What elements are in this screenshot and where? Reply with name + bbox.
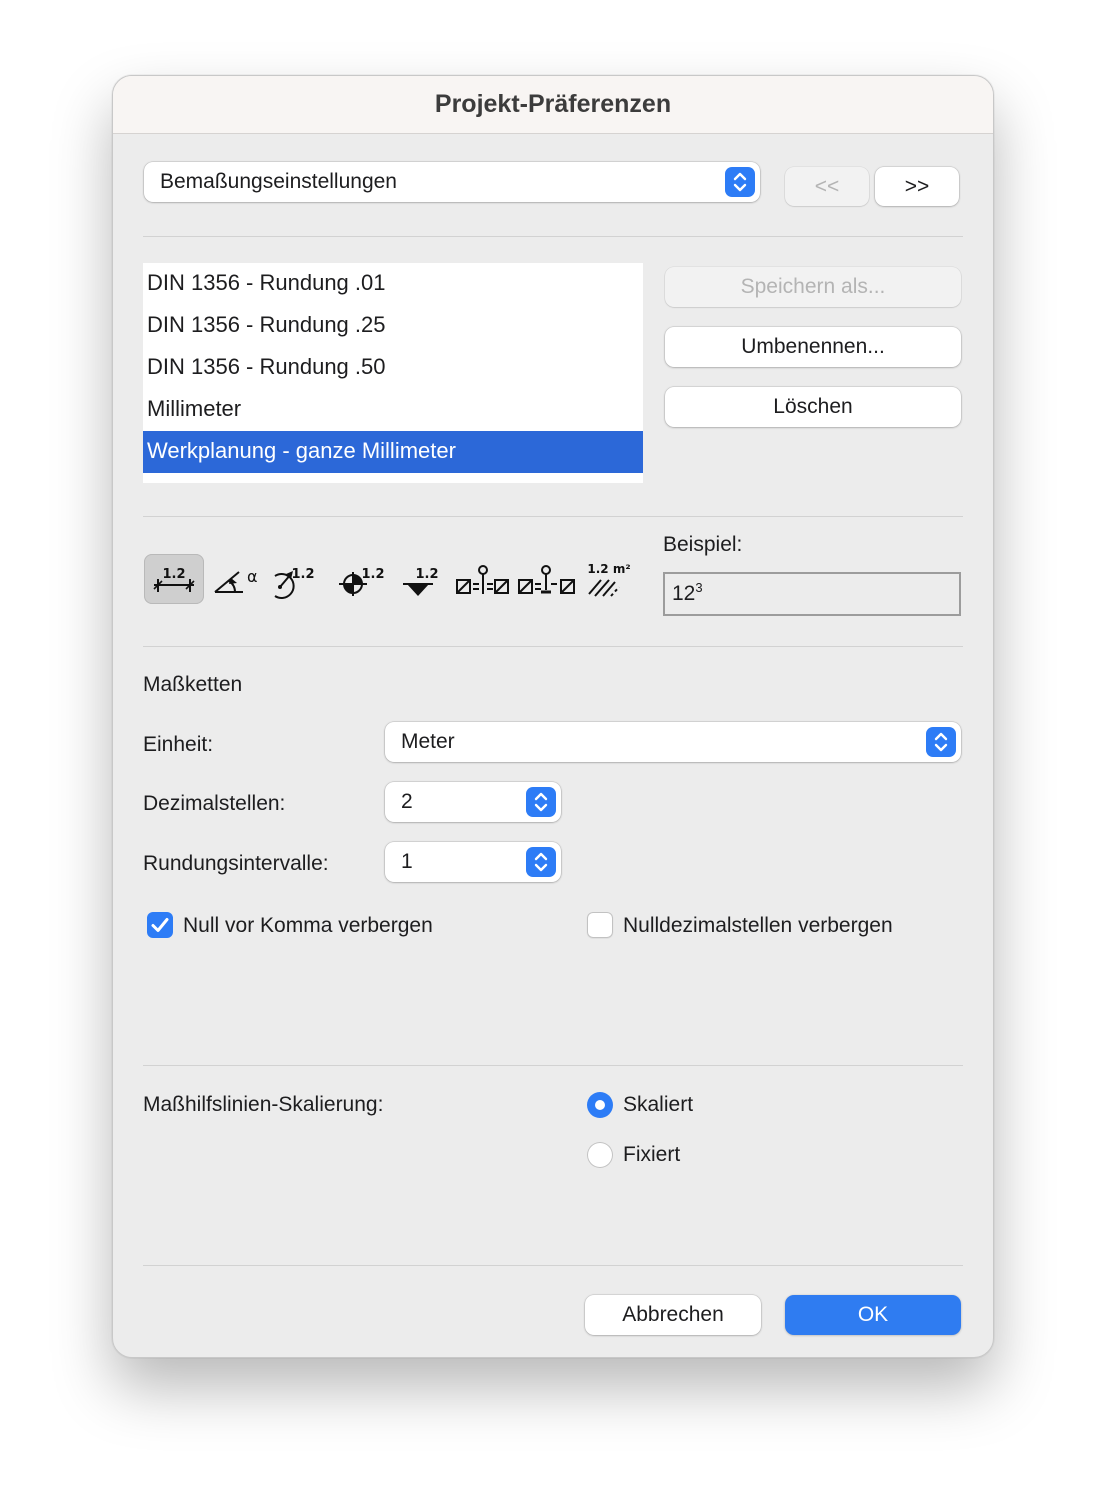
category-select[interactable]: Bemaßungseinstellungen bbox=[144, 162, 760, 202]
level-dimension-icon[interactable]: 1.2 bbox=[333, 554, 389, 604]
sill-height-dimension-icon[interactable] bbox=[517, 554, 577, 604]
separator bbox=[143, 516, 963, 517]
preferences-dialog: Projekt-Präferenzen Bemaßungseinstellung… bbox=[112, 75, 994, 1358]
list-item[interactable]: DIN 1356 - Rundung .50 bbox=[143, 347, 643, 389]
previous-page-button[interactable]: << bbox=[785, 167, 869, 206]
delete-button[interactable]: Löschen bbox=[665, 387, 961, 427]
radial-dimension-icon[interactable]: 1.2 bbox=[269, 554, 329, 604]
window-title: Projekt-Präferenzen bbox=[113, 76, 993, 134]
unit-label: Einheit: bbox=[143, 733, 214, 756]
hide-trailing-zeros-checkbox[interactable] bbox=[587, 912, 613, 938]
list-item-selected[interactable]: Werkplanung - ganze Millimeter bbox=[143, 431, 643, 473]
hide-leading-zero-checkbox[interactable] bbox=[147, 912, 173, 938]
category-select-value: Bemaßungseinstellungen bbox=[160, 170, 397, 193]
separator bbox=[143, 1065, 963, 1066]
hide-trailing-zeros-label[interactable]: Nulldezimalstellen verbergen bbox=[623, 914, 893, 938]
svg-text:1.2: 1.2 bbox=[415, 567, 438, 582]
rounding-select-value: 1 bbox=[401, 850, 413, 873]
separator bbox=[143, 236, 963, 237]
rename-button[interactable]: Umbenennen... bbox=[665, 327, 961, 367]
svg-text:1.2 m²: 1.2 m² bbox=[587, 562, 630, 576]
ok-button[interactable]: OK bbox=[785, 1295, 961, 1335]
scaled-radio-label[interactable]: Skaliert bbox=[623, 1093, 693, 1117]
example-superscript: 3 bbox=[695, 580, 703, 595]
preset-list[interactable]: DIN 1356 - Rundung .01 DIN 1356 - Rundun… bbox=[143, 263, 643, 483]
linear-dimension-icon[interactable]: 1.2 bbox=[144, 554, 204, 604]
decimals-label: Dezimalstellen: bbox=[143, 792, 286, 815]
example-preview: 123 bbox=[663, 572, 961, 616]
svg-text:1.2: 1.2 bbox=[361, 567, 384, 582]
fixed-radio-label[interactable]: Fixiert bbox=[623, 1143, 680, 1167]
updown-chevron-icon bbox=[526, 787, 556, 817]
angle-dimension-icon[interactable]: α bbox=[209, 554, 265, 604]
scaled-radio[interactable] bbox=[587, 1092, 613, 1118]
svg-text:α: α bbox=[247, 567, 258, 586]
list-item[interactable]: DIN 1356 - Rundung .01 bbox=[143, 263, 643, 305]
rounding-select[interactable]: 1 bbox=[385, 842, 561, 882]
separator bbox=[143, 646, 963, 647]
door-window-dimension-icon[interactable] bbox=[453, 554, 513, 604]
save-as-button[interactable]: Speichern als... bbox=[665, 267, 961, 307]
svg-text:1.2: 1.2 bbox=[291, 567, 314, 582]
example-label: Beispiel: bbox=[663, 533, 743, 556]
scaling-label: Maßhilfslinien-Skalierung: bbox=[143, 1093, 384, 1116]
cancel-button[interactable]: Abbrechen bbox=[585, 1295, 761, 1335]
updown-chevron-icon bbox=[526, 847, 556, 877]
example-value: 12 bbox=[672, 582, 696, 605]
area-dimension-icon[interactable]: 1.2 m² bbox=[583, 554, 639, 604]
unit-select-value: Meter bbox=[401, 730, 455, 753]
next-page-button[interactable]: >> bbox=[875, 167, 959, 206]
decimals-select[interactable]: 2 bbox=[385, 782, 561, 822]
svg-text:1.2: 1.2 bbox=[162, 567, 185, 582]
updown-chevron-icon bbox=[926, 727, 956, 757]
rounding-label: Rundungsintervalle: bbox=[143, 852, 329, 875]
unit-select[interactable]: Meter bbox=[385, 722, 961, 762]
updown-chevron-icon bbox=[725, 167, 755, 197]
checkmark-icon bbox=[151, 918, 169, 932]
section-heading: Maßketten bbox=[143, 673, 243, 696]
separator bbox=[143, 1265, 963, 1266]
list-item[interactable]: DIN 1356 - Rundung .25 bbox=[143, 305, 643, 347]
list-item[interactable]: Millimeter bbox=[143, 389, 643, 431]
hide-leading-zero-label[interactable]: Null vor Komma verbergen bbox=[183, 914, 433, 938]
fixed-radio[interactable] bbox=[587, 1142, 613, 1168]
decimals-select-value: 2 bbox=[401, 790, 413, 813]
elevation-dimension-icon[interactable]: 1.2 bbox=[395, 554, 447, 604]
